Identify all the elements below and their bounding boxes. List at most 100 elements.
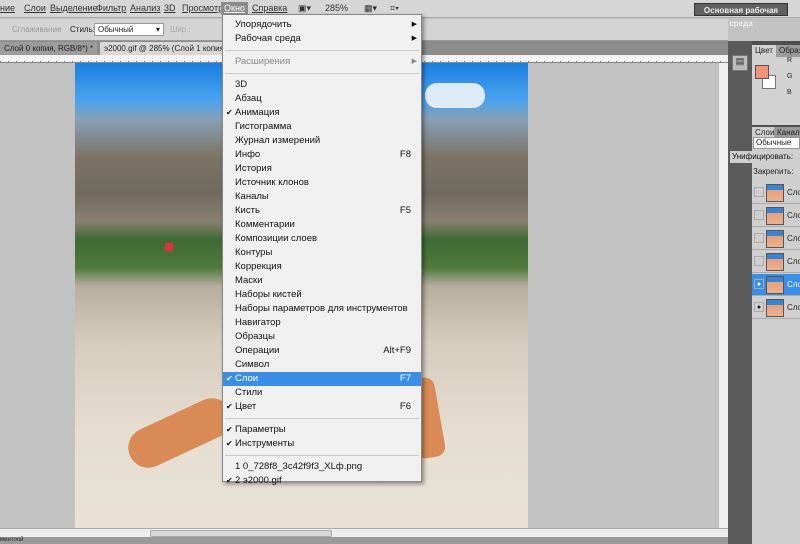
menu-item-shortcut: F5 <box>399 205 411 216</box>
menu-item-label: История <box>235 163 272 174</box>
layer-row[interactable]: Слой <box>752 228 800 250</box>
menu-filter[interactable]: Фильтр <box>96 3 126 13</box>
menu-item[interactable]: Кисть F5 <box>223 204 421 218</box>
style-label: Стиль: <box>70 25 95 34</box>
menu-item[interactable]: ✔ Цвет F6 <box>223 400 421 414</box>
panel-dock: ▤ <box>728 41 752 544</box>
menu-item-shortcut: F8 <box>399 149 411 160</box>
menu-3d[interactable]: 3D <box>164 3 176 13</box>
checkmark-icon: ✔ <box>226 425 233 434</box>
menu-item[interactable]: ✔ Параметры <box>223 423 421 437</box>
menu-item-label: Цвет <box>235 401 257 412</box>
eye-icon[interactable]: ● <box>754 279 764 289</box>
tab-document-2[interactable]: э2000.gif @ 285% (Слой 1 копия, R <box>100 42 239 55</box>
menu-item[interactable]: ✔ Анимация <box>223 106 421 120</box>
menu-item[interactable]: Операции Alt+F9 <box>223 344 421 358</box>
layer-thumbnail <box>766 230 784 248</box>
menu-item[interactable]: Наборы параметров для инструментов <box>223 302 421 316</box>
menu-item-label: Контуры <box>235 247 273 258</box>
menu-item[interactable]: Композиции слоев <box>223 232 421 246</box>
menu-help[interactable]: Справка <box>252 3 287 13</box>
menu-item-label: Параметры <box>235 424 286 435</box>
menu-item[interactable]: Маски <box>223 274 421 288</box>
style-select[interactable]: Обычный ▾ <box>94 23 164 36</box>
layer-row[interactable]: Слой <box>752 182 800 204</box>
visibility-toggle[interactable] <box>754 233 764 243</box>
blend-mode-select[interactable]: Обычные <box>753 137 800 149</box>
menu-item[interactable]: Рабочая среда ▶ <box>223 32 421 46</box>
menu-analysis[interactable]: Анализ <box>130 3 160 13</box>
layer-name: Слой <box>787 211 800 220</box>
visibility-toggle[interactable] <box>754 187 764 197</box>
arrange-icon[interactable]: ▦▾ <box>364 3 377 14</box>
menu-item[interactable]: Каналы <box>223 190 421 204</box>
menu-item-label: Слои <box>235 373 259 384</box>
menu-item[interactable]: Расширения ▶ <box>223 55 421 69</box>
menu-item[interactable]: Комментарии <box>223 218 421 232</box>
menu-item[interactable]: ✔ Слои F7 <box>223 372 421 386</box>
horizontal-scrollbar[interactable] <box>0 528 728 537</box>
menu-item[interactable]: Источник клонов <box>223 176 421 190</box>
screen-mode-icon[interactable]: ▣▾ <box>298 3 311 14</box>
menu-item-label: Абзац <box>235 93 262 104</box>
menu-item-label: Гистограмма <box>235 121 292 132</box>
menu-item[interactable]: Абзац <box>223 92 421 106</box>
menu-item[interactable]: ✔ Инструменты <box>223 437 421 451</box>
menu-item-label: Инфо <box>235 149 261 160</box>
menu-select[interactable]: Выделение <box>50 3 98 13</box>
menu-view[interactable]: Просмотр <box>182 3 223 13</box>
layer-row[interactable]: ● Слой <box>752 297 800 319</box>
scrollbar-thumb[interactable] <box>150 530 332 537</box>
layer-thumbnail <box>766 299 784 317</box>
menu-item[interactable]: Образцы <box>223 330 421 344</box>
checkmark-icon: ✔ <box>226 402 233 411</box>
lock-label: Закрепить: <box>753 167 794 176</box>
status-text: ментоой <box>0 537 24 543</box>
checkmark-icon: ✔ <box>226 108 233 117</box>
visibility-toggle[interactable] <box>754 210 764 220</box>
menu-item-label: Кисть <box>235 205 260 216</box>
menu-image[interactable]: ние <box>0 3 15 13</box>
flower <box>165 243 173 251</box>
menu-item[interactable]: Контуры <box>223 246 421 260</box>
workspace-button[interactable]: Основная рабочая среда <box>694 3 788 28</box>
menu-item[interactable]: Стили <box>223 386 421 400</box>
layer-name: Слой <box>787 303 800 312</box>
menu-item-label: Операции <box>235 345 280 356</box>
layer-thumbnail <box>766 276 784 294</box>
layers-panel: Слои Каналы Обычные Закрепить: СлойСлойС… <box>752 127 800 544</box>
menu-item[interactable]: ✔ 2 э2000.gif <box>223 474 421 488</box>
vertical-scrollbar[interactable] <box>718 63 728 528</box>
color-panel: Цвет Образцы R G B <box>752 45 800 125</box>
menu-item[interactable]: Гистограмма <box>223 120 421 134</box>
menu-item[interactable]: Упорядочить ▶ <box>223 18 421 32</box>
panel-icon[interactable]: ▤ <box>732 55 748 71</box>
layer-row[interactable]: Слой <box>752 251 800 273</box>
tab-document-1[interactable]: Слой 0 копия, RGB/8*) * <box>0 42 98 55</box>
menu-item[interactable]: Коррекция <box>223 260 421 274</box>
menu-item[interactable]: Навигатор <box>223 316 421 330</box>
layer-row[interactable]: Слой <box>752 205 800 227</box>
zoom-level[interactable]: 285% <box>325 3 348 13</box>
menu-item[interactable]: 1 0_728f8_3c42f9f3_XLф.png <box>223 460 421 474</box>
tab-swatches[interactable]: Образцы <box>776 45 800 57</box>
foreground-color-swatch[interactable] <box>755 65 769 79</box>
status-bar: ментоой <box>0 537 728 544</box>
tab-color[interactable]: Цвет <box>752 45 776 57</box>
eye-icon[interactable]: ● <box>754 302 764 312</box>
menu-item[interactable]: История <box>223 162 421 176</box>
menu-item[interactable]: Наборы кистей <box>223 288 421 302</box>
menu-layers[interactable]: Слои <box>24 3 46 13</box>
menu-item[interactable]: Журнал измерений <box>223 134 421 148</box>
extras-icon[interactable]: ⌗▾ <box>390 3 399 14</box>
channel-g: G <box>787 73 793 80</box>
menu-item-label: Инструменты <box>235 438 295 449</box>
menu-item[interactable]: 3D <box>223 78 421 92</box>
menu-item[interactable]: Символ <box>223 358 421 372</box>
layer-thumbnail <box>766 207 784 225</box>
menu-item[interactable]: Инфо F8 <box>223 148 421 162</box>
smoothing-checkbox[interactable]: Сглаживание <box>12 25 61 34</box>
visibility-toggle[interactable] <box>754 256 764 266</box>
menu-item-label: Расширения <box>235 56 291 67</box>
layer-row[interactable]: ● Слой <box>752 274 800 296</box>
